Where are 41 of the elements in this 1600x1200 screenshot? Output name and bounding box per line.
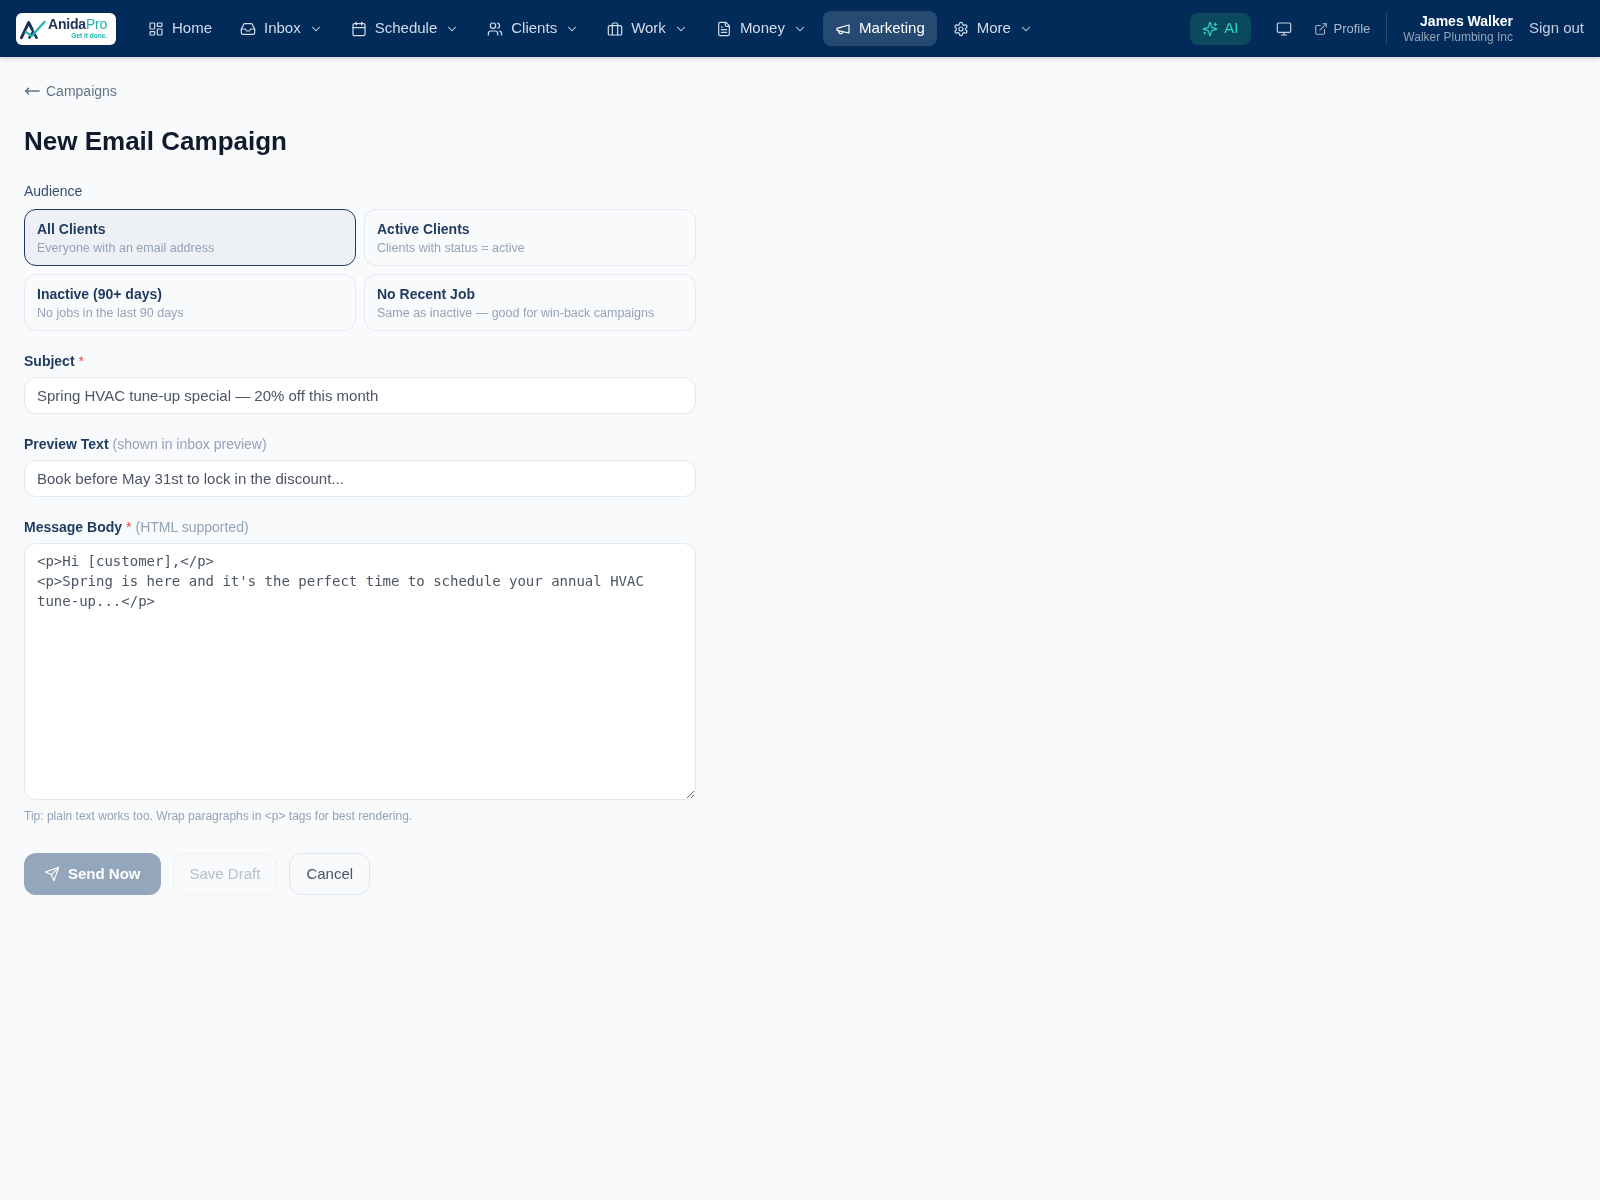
text-area-field[interactable]: <p>Hi [customer],</p> <p>Spring is here and it's the perfect time to schedule your annual HVAC tune-up...</p> [24,543,696,800]
inbox-tray-icon [240,20,256,37]
text-field[interactable]: Spring HVAC tune-up special — 20% off this month [24,377,696,414]
ai-button[interactable]: AI [1190,12,1251,45]
action-button[interactable]: Cancel [289,853,371,895]
monitor-icon[interactable] [1275,20,1292,37]
nav-menu-item[interactable]: Work [595,11,700,46]
text-field[interactable]: Book before May 31st to lock in the discount... [24,460,696,497]
arrow-left-icon [24,85,40,97]
nav-menu-item[interactable]: Schedule [338,11,472,46]
audience-option[interactable]: All Clients Everyone with an email address [24,209,356,266]
paper-plane-icon [44,866,60,882]
brand-name: AnidaPro [48,17,108,32]
nav-menu-item[interactable]: Inbox [228,11,335,46]
nav-menu-item[interactable]: Home [136,11,224,46]
dashboard-icon [148,20,164,37]
audience-option[interactable]: Inactive (90+ days) No jobs in the last 90 days [24,274,356,331]
profile-link[interactable]: Profile [1309,18,1375,39]
users-icon [487,20,504,37]
page-title: New Email Campaign [24,125,287,157]
external-link-icon [1313,21,1328,36]
nav-menu-item[interactable]: More [940,11,1045,46]
field-label: Subject * [24,352,85,371]
back-link[interactable]: Campaigns [24,81,117,101]
nav-menu-item[interactable]: Clients [475,11,592,46]
field-label: Preview Text (shown in inbox preview) [24,435,267,454]
section-label: Audience [24,182,83,201]
briefcase-icon [607,20,624,37]
calendar-icon [350,20,367,37]
user-name: James Walker [1420,12,1513,30]
nav-menu-item[interactable]: Marketing [822,11,937,46]
settings-icon [952,20,969,37]
audience-option[interactable]: No Recent Job Same as inactive — good for win-back campaigns [364,274,696,331]
field-label: Message Body * (HTML supported) [24,518,249,537]
company-name: Walker Plumbing Inc [1403,30,1513,45]
audience-option[interactable]: Active Clients Clients with status = active [364,209,696,266]
sparkle-icon [1202,20,1219,37]
sign-out-link[interactable]: Sign out [1528,17,1584,40]
nav-menu-item[interactable]: Money [703,11,819,46]
helper-text: Tip: plain text works too. Wrap paragraphs in <p> tags for best rendering. [24,808,413,824]
document-icon [715,20,732,37]
